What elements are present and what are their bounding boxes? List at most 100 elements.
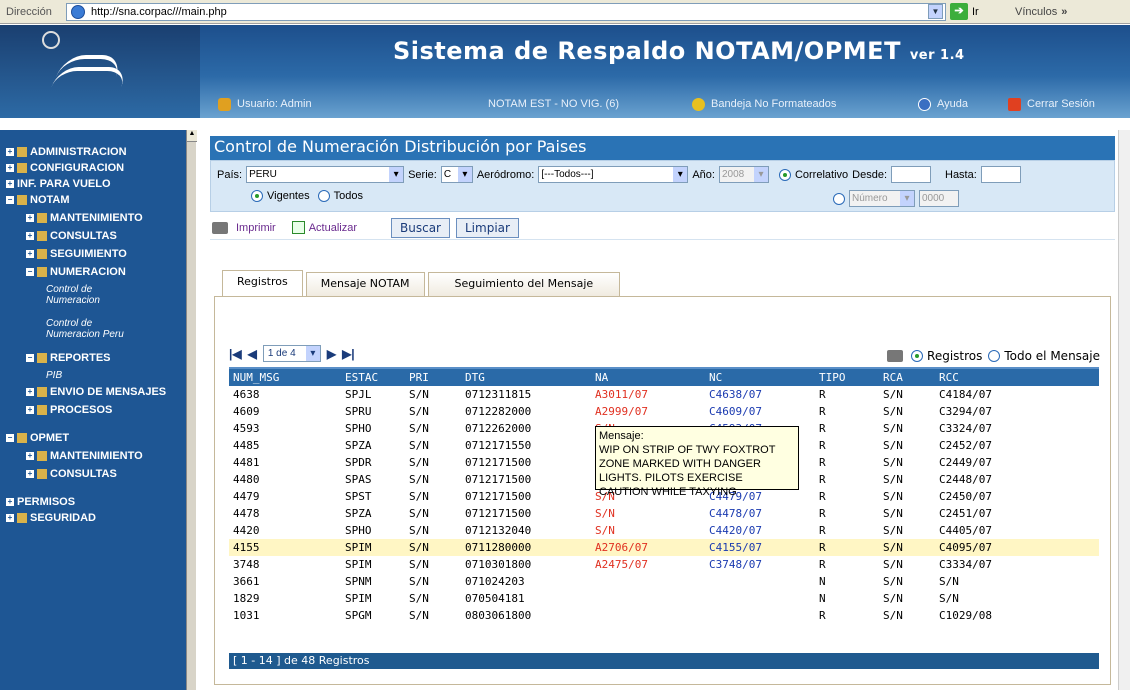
refresh-link[interactable]: Actualizar — [291, 221, 357, 234]
table-cell[interactable]: S/N — [591, 505, 705, 522]
tab-registros[interactable]: Registros — [222, 270, 303, 296]
go-button[interactable]: ➔ Ir — [950, 3, 979, 20]
inbox-link[interactable]: Bandeja No Formateados — [692, 97, 836, 111]
url-dropdown-icon[interactable]: ▼ — [928, 4, 943, 19]
table-row[interactable]: 4478 SPZA S/N 0712171500 S/N C4478/07 R S/N C245… — [229, 505, 1099, 522]
menu-procesos[interactable]: + PROCESOS — [26, 404, 112, 416]
table-cell[interactable]: C4478/07 — [705, 505, 815, 522]
notam-status-link[interactable]: NOTAM EST - NO VIG. (6) — [488, 98, 619, 110]
table-cell[interactable]: C4638/07 — [705, 386, 815, 403]
table-cell[interactable]: A3011/07 — [591, 386, 705, 403]
menu-control-numeracion[interactable]: Control de Numeracion — [46, 284, 146, 306]
table-cell[interactable] — [591, 590, 705, 607]
table-cell[interactable]: C3748/07 — [705, 556, 815, 573]
menu-opmet[interactable]: − OPMET — [6, 432, 69, 444]
menu-seguimiento[interactable]: + SEGUIMIENTO — [26, 248, 127, 260]
table-row[interactable]: 4420 SPHO S/N 0712132040 S/N C4420/07 R S/N C440… — [229, 522, 1099, 539]
sidebar-scrollbar[interactable]: ▲ — [186, 130, 197, 690]
records-radio[interactable] — [911, 350, 924, 362]
column-header[interactable]: NC — [705, 367, 815, 386]
numero-radio[interactable] — [833, 192, 845, 205]
vigentes-radio[interactable] — [251, 190, 263, 202]
column-header[interactable]: NA — [591, 367, 705, 386]
aerodromo-select[interactable]: [---Todos---] — [538, 166, 689, 183]
tab-seguimiento[interactable]: Seguimiento del Mensaje — [427, 272, 621, 296]
tab-mensaje-notam[interactable]: Mensaje NOTAM — [305, 272, 425, 296]
anio-select[interactable]: 2008 — [718, 166, 769, 183]
correlativo-radio[interactable] — [778, 168, 791, 181]
help-link[interactable]: Ayuda — [918, 97, 968, 111]
table-row[interactable]: 3748 SPIM S/N 0710301800 A2475/07 C3748/07 R S/… — [229, 556, 1099, 573]
desde-input[interactable] — [891, 166, 931, 183]
table-cell[interactable]: A2475/07 — [591, 556, 705, 573]
table-cell[interactable]: S/N — [591, 522, 705, 539]
column-header[interactable]: ESTAC — [341, 367, 405, 386]
power-icon — [1008, 97, 1021, 111]
menu-permisos[interactable]: + PERMISOS — [6, 496, 75, 508]
menu-reportes[interactable]: − REPORTES — [26, 352, 111, 364]
table-row[interactable]: 3661 SPNM S/N 071024203 N S/N S/N — [229, 573, 1099, 590]
last-page-icon[interactable]: ▶| — [342, 347, 355, 361]
table-cell[interactable] — [591, 607, 705, 624]
table-cell: S/N — [883, 388, 903, 401]
menu-numeracion[interactable]: − NUMERACION — [26, 266, 126, 278]
page-scrollbar[interactable] — [1118, 130, 1130, 690]
column-header[interactable]: TIPO — [815, 367, 879, 386]
table-cell[interactable] — [705, 607, 815, 624]
help-icon — [918, 97, 931, 111]
table-cell[interactable]: A2706/07 — [591, 539, 705, 556]
pager: |◀ ◀ 1 de 4 ▶ ▶| — [229, 345, 355, 362]
menu-seguridad[interactable]: + SEGURIDAD — [6, 512, 96, 524]
column-header[interactable]: DTG — [461, 367, 591, 386]
menu-inf-vuelo[interactable]: + INF. PARA VUELO — [6, 178, 111, 190]
menu-notam[interactable]: − NOTAM — [6, 194, 70, 206]
logout-link[interactable]: Cerrar Sesión — [1008, 97, 1095, 111]
table-cell[interactable]: A2999/07 — [591, 403, 705, 420]
menu-pib[interactable]: PIB — [46, 370, 62, 381]
table-cell[interactable]: C4420/07 — [705, 522, 815, 539]
url-field[interactable]: http://sna.corpac///main.php — [66, 3, 946, 21]
links-toolbar[interactable]: Vínculos» — [1015, 6, 1067, 18]
table-cell[interactable]: C4609/07 — [705, 403, 815, 420]
menu-notam-consultas[interactable]: + CONSULTAS — [26, 230, 117, 242]
hasta-input[interactable] — [980, 166, 1021, 183]
printer-icon[interactable] — [887, 350, 904, 362]
pais-select[interactable]: PERU — [246, 166, 405, 183]
menu-opmet-mantenimiento[interactable]: + MANTENIMIENTO — [26, 450, 143, 462]
first-page-icon[interactable]: |◀ — [229, 347, 242, 361]
page-select[interactable]: 1 de 4 — [262, 345, 321, 362]
print-link[interactable]: Imprimir — [212, 221, 276, 234]
column-header[interactable]: RCC — [935, 367, 1099, 386]
table-row[interactable]: 4638 SPJL S/N 0712311815 A3011/07 C4638/07 R S/… — [229, 386, 1099, 403]
todos-radio[interactable] — [317, 190, 330, 202]
menu-notam-mantenimiento[interactable]: + MANTENIMIENTO — [26, 212, 143, 224]
numero-input[interactable]: 0000 — [919, 190, 959, 207]
table-row[interactable]: 4609 SPRU S/N 0712282000 A2999/07 C4609/07 R S/… — [229, 403, 1099, 420]
full-message-radio[interactable] — [988, 350, 1001, 362]
table-row[interactable]: 1829 SPIM S/N 070504181 N S/N S/N — [229, 590, 1099, 607]
column-header[interactable]: RCA — [879, 367, 935, 386]
numero-select[interactable]: Número — [849, 190, 915, 207]
table-cell: 4638 — [233, 388, 260, 401]
serie-select[interactable]: C — [440, 166, 473, 183]
table-row[interactable]: 1031 SPGM S/N 0803061800 R S/N C1029/08 — [229, 607, 1099, 624]
next-page-icon[interactable]: ▶ — [327, 347, 336, 361]
table-cell[interactable] — [591, 573, 705, 590]
table-cell[interactable] — [705, 573, 815, 590]
menu-envio-mensajes[interactable]: + ENVIO DE MENSAJES — [26, 386, 166, 398]
table-cell: 0710301800 — [465, 558, 532, 571]
menu-administracion[interactable]: + ADMINISTRACION — [6, 146, 127, 158]
pais-label: País: — [217, 168, 243, 181]
search-button[interactable]: Buscar — [391, 217, 450, 238]
menu-control-numeracion-peru[interactable]: Control de Numeracion Peru — [46, 318, 146, 340]
column-header[interactable]: NUM_MSG — [229, 367, 341, 386]
menu-opmet-consultas[interactable]: + CONSULTAS — [26, 468, 117, 480]
column-header[interactable]: PRI — [405, 367, 461, 386]
clear-button[interactable]: Limpiar — [456, 217, 519, 238]
table-cell[interactable] — [705, 590, 815, 607]
table-cell: C2448/07 — [939, 473, 992, 486]
menu-configuracion[interactable]: + CONFIGURACION — [6, 162, 124, 174]
table-cell[interactable]: C4155/07 — [705, 539, 815, 556]
prev-page-icon[interactable]: ◀ — [248, 347, 257, 361]
table-row[interactable]: 4155 SPIM S/N 0711280000 A2706/07 C4155/07 R S/… — [229, 539, 1099, 556]
